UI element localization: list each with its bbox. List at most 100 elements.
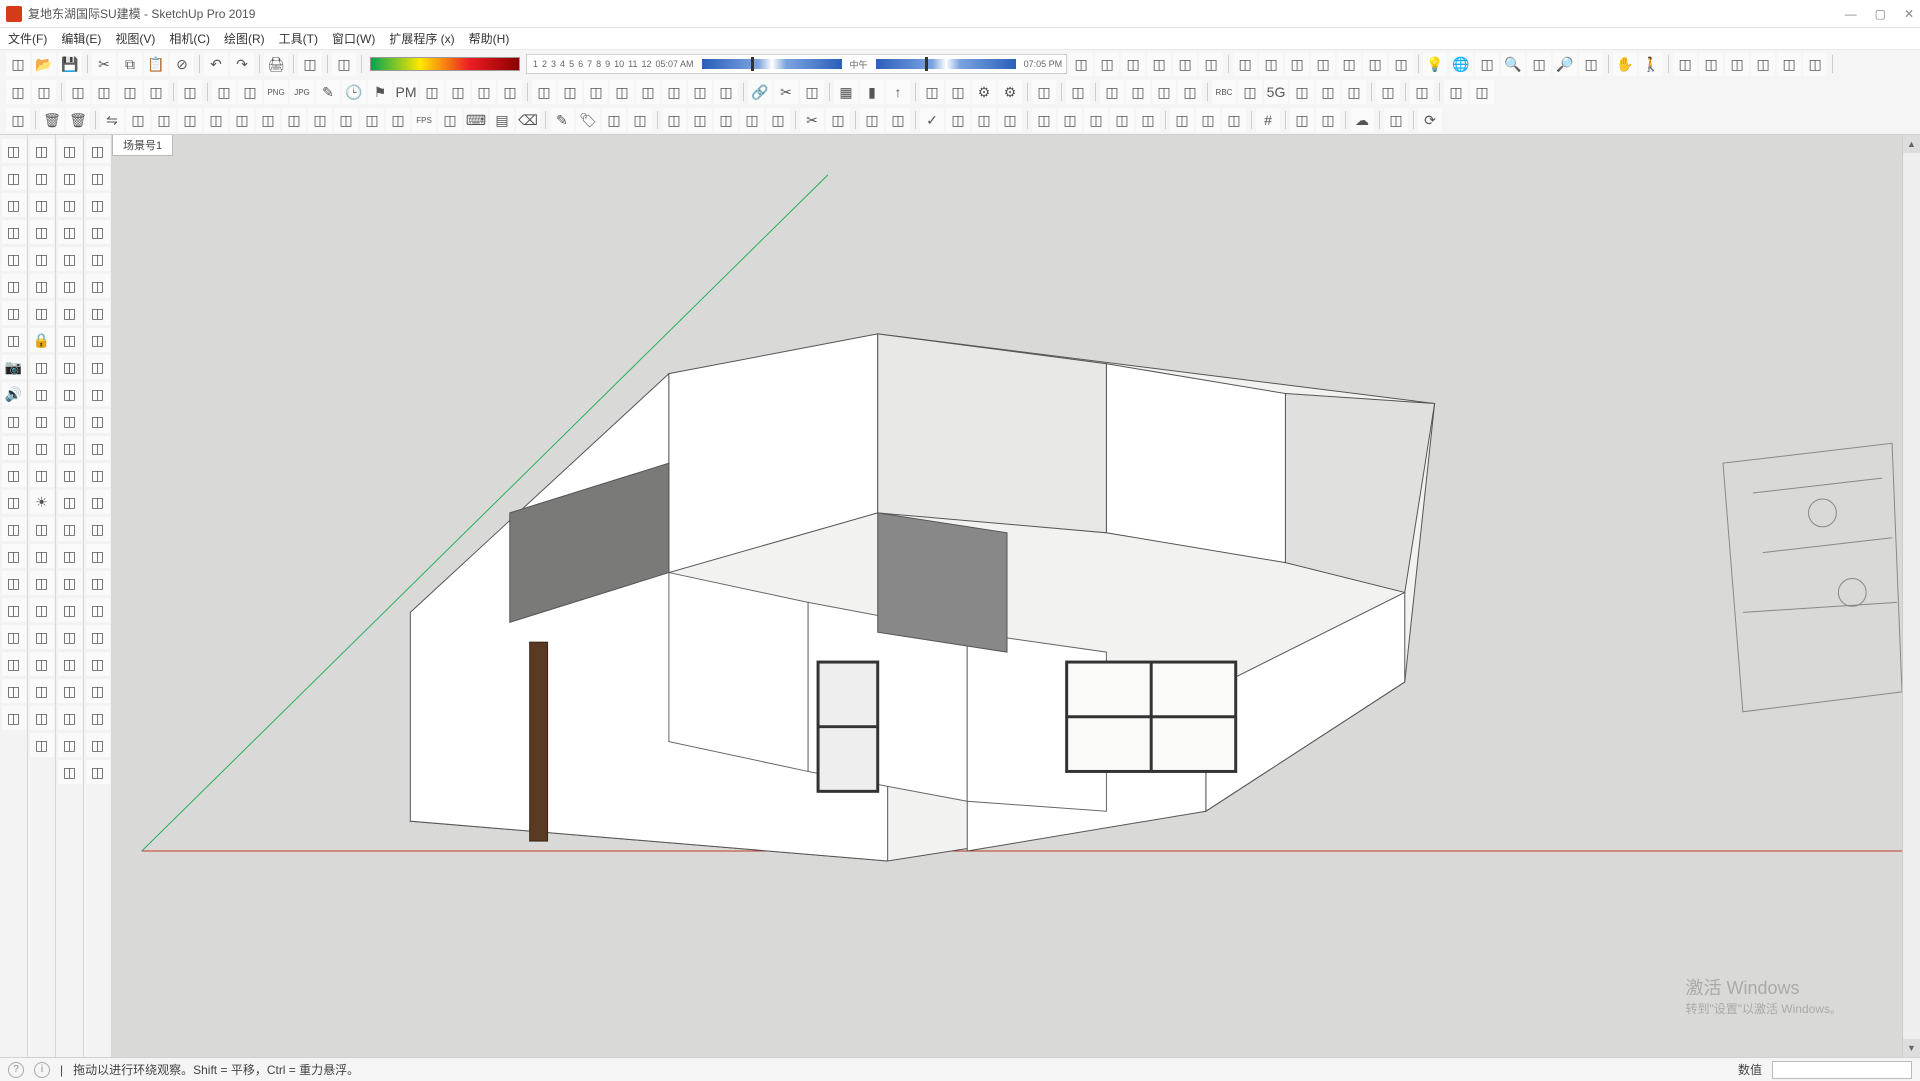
pl1-icon[interactable]: ◫ — [740, 108, 764, 132]
copy-icon[interactable]: ⧉ — [118, 52, 142, 76]
sc2-icon[interactable]: ✂ — [800, 108, 824, 132]
heat-gradient[interactable] — [370, 57, 520, 71]
rect-icon[interactable]: ◫ — [32, 80, 56, 104]
db4-icon[interactable]: ◫ — [610, 80, 634, 104]
cld-s1-icon[interactable]: ◫ — [2, 220, 26, 244]
gear2-icon[interactable]: ⚙ — [998, 80, 1022, 104]
bird-icon[interactable]: ◫ — [126, 108, 150, 132]
c2-icon[interactable]: ◫ — [1126, 80, 1150, 104]
b4p-icon[interactable]: ◫ — [86, 544, 110, 568]
l3l-icon[interactable]: ◫ — [58, 436, 82, 460]
flip-icon[interactable]: ⇋ — [100, 108, 124, 132]
month-4[interactable]: 4 — [558, 59, 567, 69]
s1n-icon[interactable]: ◫ — [2, 652, 26, 676]
s1f-icon[interactable]: ◫ — [2, 436, 26, 460]
red2-icon[interactable]: ◫ — [1699, 52, 1723, 76]
l3j-icon[interactable]: ◫ — [58, 382, 82, 406]
db8-icon[interactable]: ◫ — [714, 80, 738, 104]
db7-icon[interactable]: ◫ — [688, 80, 712, 104]
month-3[interactable]: 3 — [549, 59, 558, 69]
s1b-icon[interactable]: ◫ — [2, 274, 26, 298]
b4l-icon[interactable]: ◫ — [86, 436, 110, 460]
box-icon[interactable]: ◫ — [204, 108, 228, 132]
cld2-icon[interactable]: ◫ — [30, 193, 54, 217]
info-icon[interactable]: i — [34, 1062, 50, 1078]
search-icon[interactable]: 🔍 — [1501, 52, 1525, 76]
s1o-icon[interactable]: ◫ — [2, 679, 26, 703]
month-10[interactable]: 10 — [612, 59, 626, 69]
maximize-button[interactable]: ▢ — [1875, 7, 1886, 21]
l3p-icon[interactable]: ◫ — [58, 544, 82, 568]
line2-icon[interactable]: ◫ — [1470, 80, 1494, 104]
minimize-button[interactable]: — — [1845, 7, 1857, 21]
fish-icon[interactable]: ◫ — [152, 108, 176, 132]
b4v-icon[interactable]: ◫ — [86, 706, 110, 730]
3d-s1-icon[interactable]: ◫ — [2, 193, 26, 217]
docs-icon[interactable]: ◫ — [6, 52, 30, 76]
l3u-icon[interactable]: ◫ — [58, 679, 82, 703]
l3n-icon[interactable]: ◫ — [58, 490, 82, 514]
save-icon[interactable]: 💾 — [58, 52, 82, 76]
db6-icon[interactable]: ◫ — [662, 80, 686, 104]
help-icon[interactable]: ? — [8, 1062, 24, 1078]
brick-icon[interactable]: ◫ — [334, 108, 358, 132]
fold1-icon[interactable]: ◫ — [212, 80, 236, 104]
fold2-icon[interactable]: ◫ — [238, 80, 262, 104]
cir2-icon[interactable]: ◫ — [30, 139, 54, 163]
bot-icon[interactable]: ◫ — [360, 108, 384, 132]
shld-icon[interactable]: ◫ — [1032, 80, 1056, 104]
mt3-icon[interactable]: ◫ — [998, 108, 1022, 132]
s2m-icon[interactable]: ◫ — [30, 598, 54, 622]
house2-icon[interactable]: ◫ — [1095, 52, 1119, 76]
flash-icon[interactable]: ◫ — [1475, 52, 1499, 76]
b4r-icon[interactable]: ◫ — [86, 598, 110, 622]
db1-icon[interactable]: ◫ — [532, 80, 556, 104]
b4o-icon[interactable]: ◫ — [86, 517, 110, 541]
b4d-icon[interactable]: ◫ — [86, 220, 110, 244]
pm-icon[interactable]: PM — [394, 80, 418, 104]
walk-icon[interactable]: 🚶 — [1639, 52, 1663, 76]
circ-s1-icon[interactable]: ◫ — [2, 166, 26, 190]
l3-icon[interactable]: ◫ — [1342, 80, 1366, 104]
zoom-icon[interactable]: 🔎 — [1553, 52, 1577, 76]
ln1-icon[interactable]: ◫ — [1058, 108, 1082, 132]
tag-icon[interactable]: 🏷 — [576, 108, 600, 132]
s2g-icon[interactable]: ◫ — [30, 409, 54, 433]
menu-window[interactable]: 窗口(W) — [332, 30, 375, 47]
s1i-icon[interactable]: ◫ — [2, 517, 26, 541]
extent-icon[interactable]: ◫ — [1579, 52, 1603, 76]
doc1-icon[interactable]: ◫ — [420, 80, 444, 104]
s1m-icon[interactable]: ◫ — [2, 625, 26, 649]
trash2-icon[interactable]: 🗑 — [66, 108, 90, 132]
s1a-icon[interactable]: ◫ — [2, 247, 26, 271]
b4b-icon[interactable]: ◫ — [86, 166, 110, 190]
l3h-icon[interactable]: ◫ — [58, 328, 82, 352]
s2o-icon[interactable]: ◫ — [30, 652, 54, 676]
close-button[interactable]: ✕ — [1904, 7, 1914, 21]
menu-view[interactable]: 视图(V) — [115, 30, 155, 47]
b4e-icon[interactable]: ◫ — [86, 247, 110, 271]
l3i-icon[interactable]: ◫ — [58, 355, 82, 379]
l3f-icon[interactable]: ◫ — [58, 274, 82, 298]
s2h-icon[interactable]: ◫ — [30, 436, 54, 460]
c4-icon[interactable]: ◫ — [1178, 80, 1202, 104]
b4k-icon[interactable]: ◫ — [86, 409, 110, 433]
grp3-icon[interactable]: ◫ — [118, 80, 142, 104]
s2p-icon[interactable]: ◫ — [30, 679, 54, 703]
move-icon[interactable]: ◫ — [178, 80, 202, 104]
month-8[interactable]: 8 — [594, 59, 603, 69]
exp1-icon[interactable]: ◫ — [472, 80, 496, 104]
scroll-thumb[interactable] — [1903, 153, 1920, 1039]
png-icon[interactable]: PNG — [264, 80, 288, 104]
l3r-icon[interactable]: ◫ — [58, 598, 82, 622]
b4x-icon[interactable]: ◫ — [86, 760, 110, 784]
s2c-icon[interactable]: ◫ — [30, 274, 54, 298]
box5-icon[interactable]: ◫ — [1337, 52, 1361, 76]
doc2-icon[interactable]: ◫ — [446, 80, 470, 104]
clock-icon[interactable]: 🕒 — [342, 80, 366, 104]
s1h-icon[interactable]: ◫ — [2, 490, 26, 514]
scene-tab[interactable]: 场景号1 — [112, 135, 173, 156]
hand2-icon[interactable]: ◫ — [30, 166, 54, 190]
l3o-icon[interactable]: ◫ — [58, 517, 82, 541]
sel4-icon[interactable]: ◫ — [1316, 108, 1340, 132]
